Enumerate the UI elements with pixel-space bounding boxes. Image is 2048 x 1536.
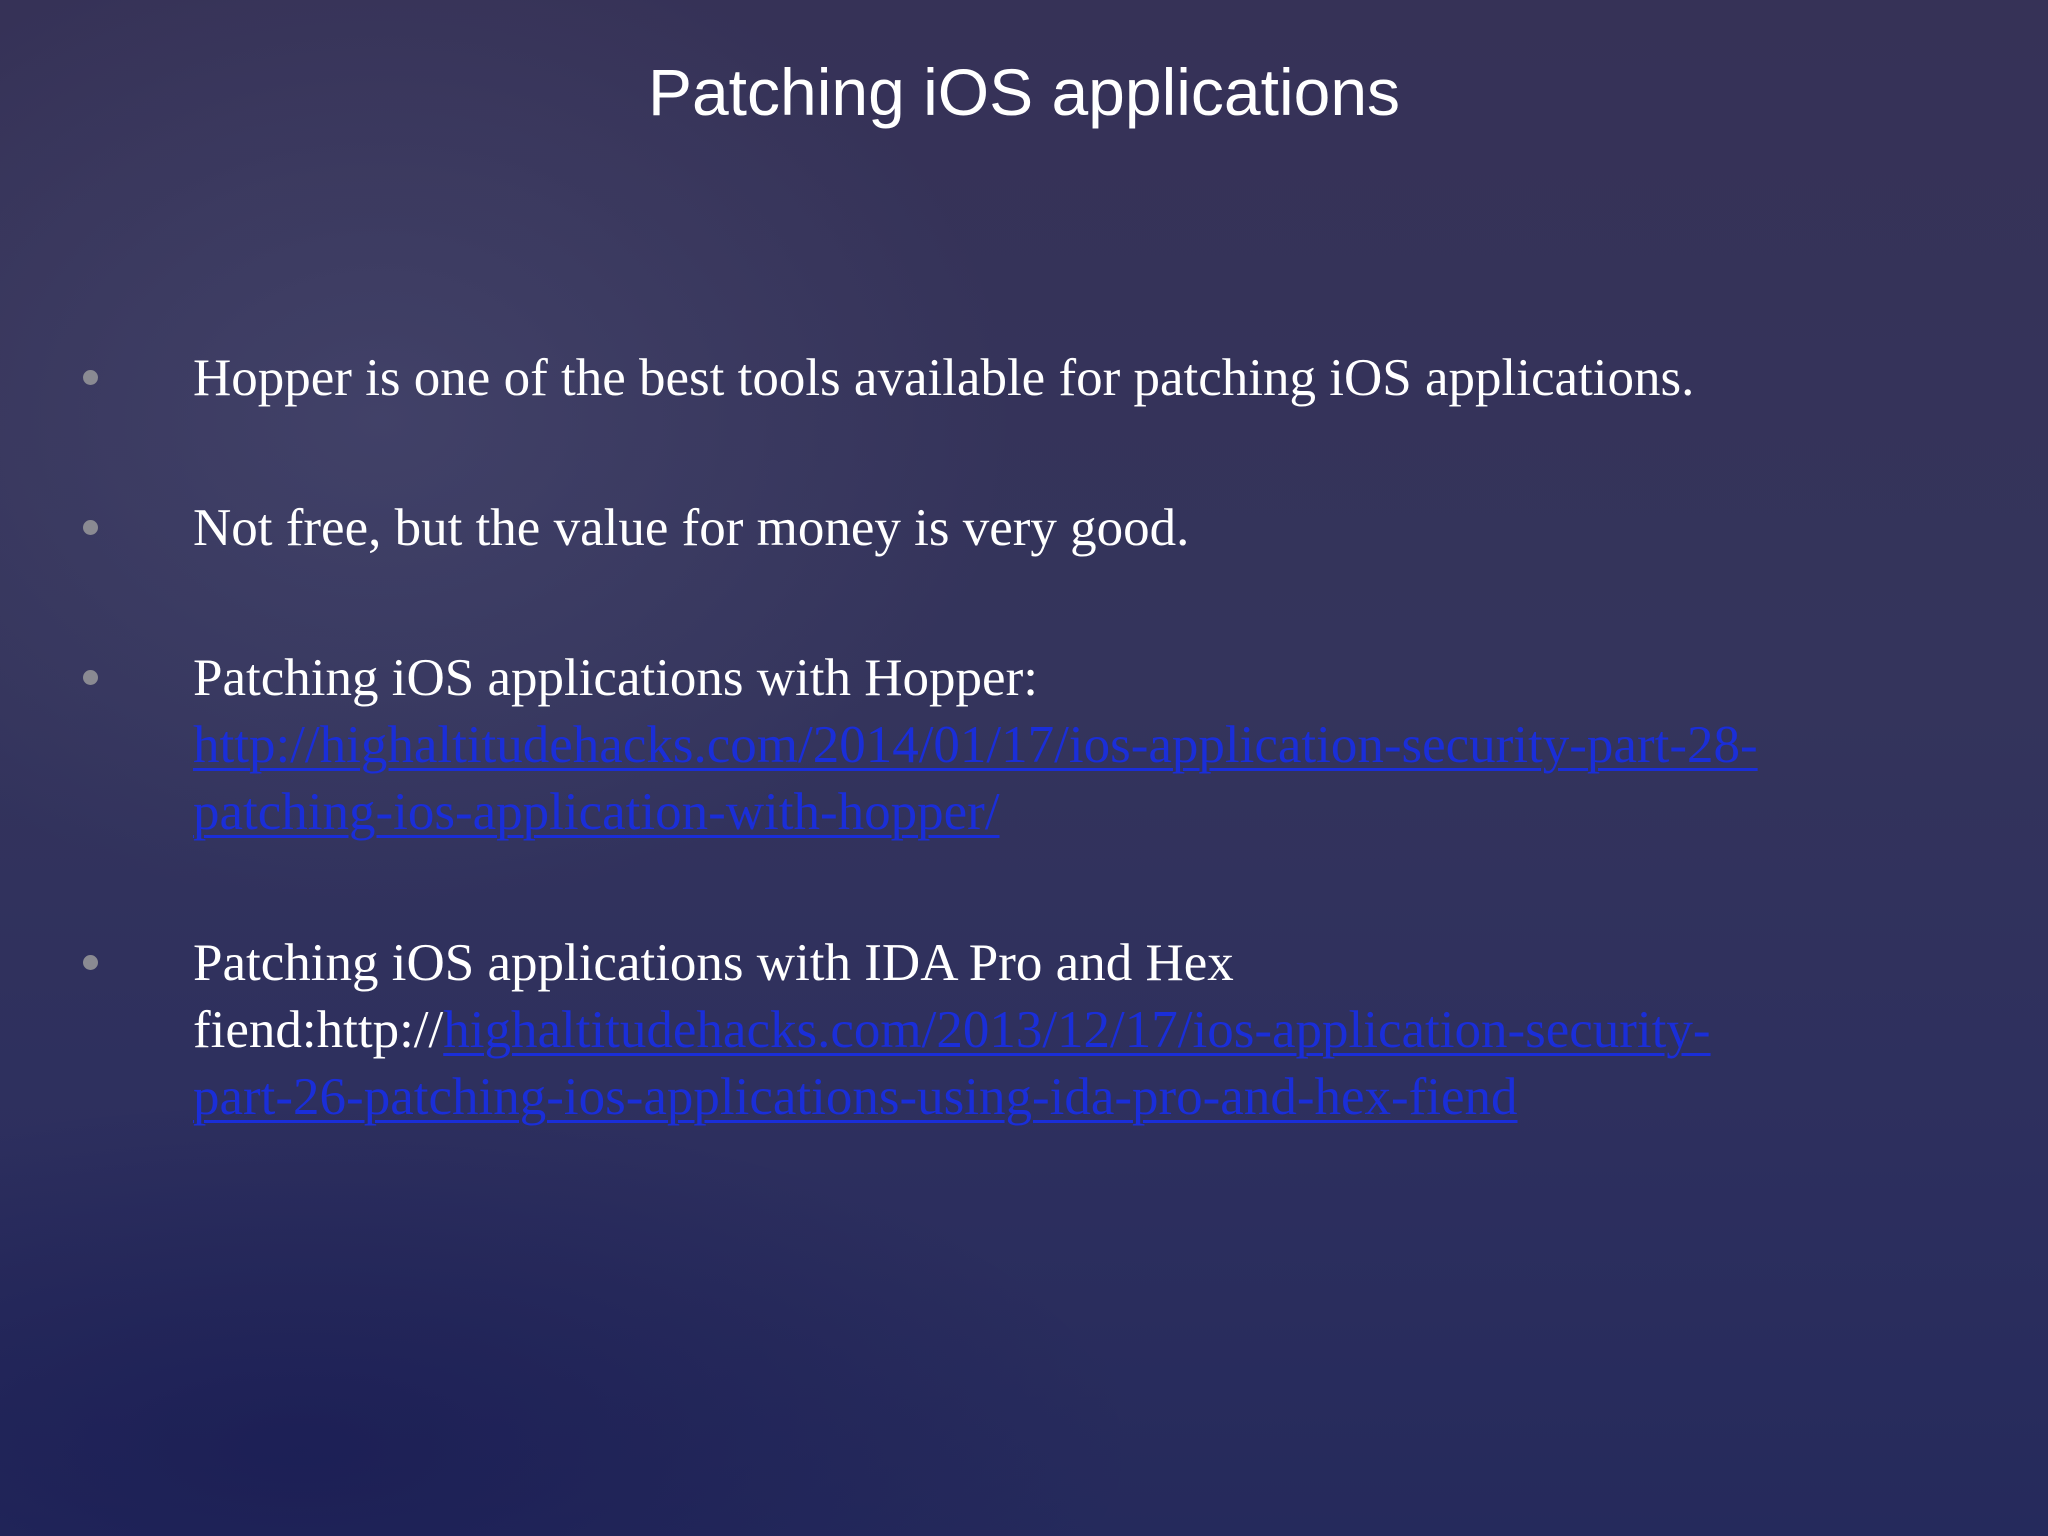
hopper-article-link-line: http://highaltitudehacks.com/2014/01/17/…: [193, 712, 2023, 779]
hopper-article-link-continued[interactable]: patching-ios-application-with-hopper/: [193, 783, 1000, 841]
hopper-article-link[interactable]: http://highaltitudehacks.com/2014/01/17/…: [193, 716, 1758, 774]
bullet-text: Patching iOS applications with IDA Pro a…: [193, 930, 2023, 1131]
bullet-line: Not free, but the value for money is ver…: [193, 499, 1190, 557]
bullet-line: Patching iOS applications with IDA Pro a…: [193, 934, 1234, 992]
ida-article-link[interactable]: highaltitudehacks.com/2013/12/17/ios-app…: [443, 1001, 1710, 1059]
bullet-text: Hopper is one of the best tools availabl…: [193, 345, 2023, 412]
bullet-icon: [83, 520, 98, 535]
ida-article-link-line: part-26-patching-ios-applications-using-…: [193, 1064, 2023, 1131]
bullet-line: Hopper is one of the best tools availabl…: [193, 349, 1695, 407]
bullet-text: Patching iOS applications with Hopper: h…: [193, 645, 2023, 846]
link-prefix-text: fiend:http://: [193, 1001, 444, 1059]
slide-title: Patching iOS applications: [647, 55, 1401, 129]
bullet-icon: [83, 955, 98, 970]
bullet-line: Patching iOS applications with Hopper:: [193, 649, 1038, 707]
ida-article-link-line: fiend:http://highaltitudehacks.com/2013/…: [193, 997, 2023, 1064]
ida-article-link-continued[interactable]: part-26-patching-ios-applications-using-…: [193, 1068, 1518, 1126]
hopper-article-link-line: patching-ios-application-with-hopper/: [193, 779, 2023, 846]
bullet-icon: [83, 670, 98, 685]
bullet-text: Not free, but the value for money is ver…: [193, 495, 2023, 562]
bullet-icon: [83, 370, 98, 385]
